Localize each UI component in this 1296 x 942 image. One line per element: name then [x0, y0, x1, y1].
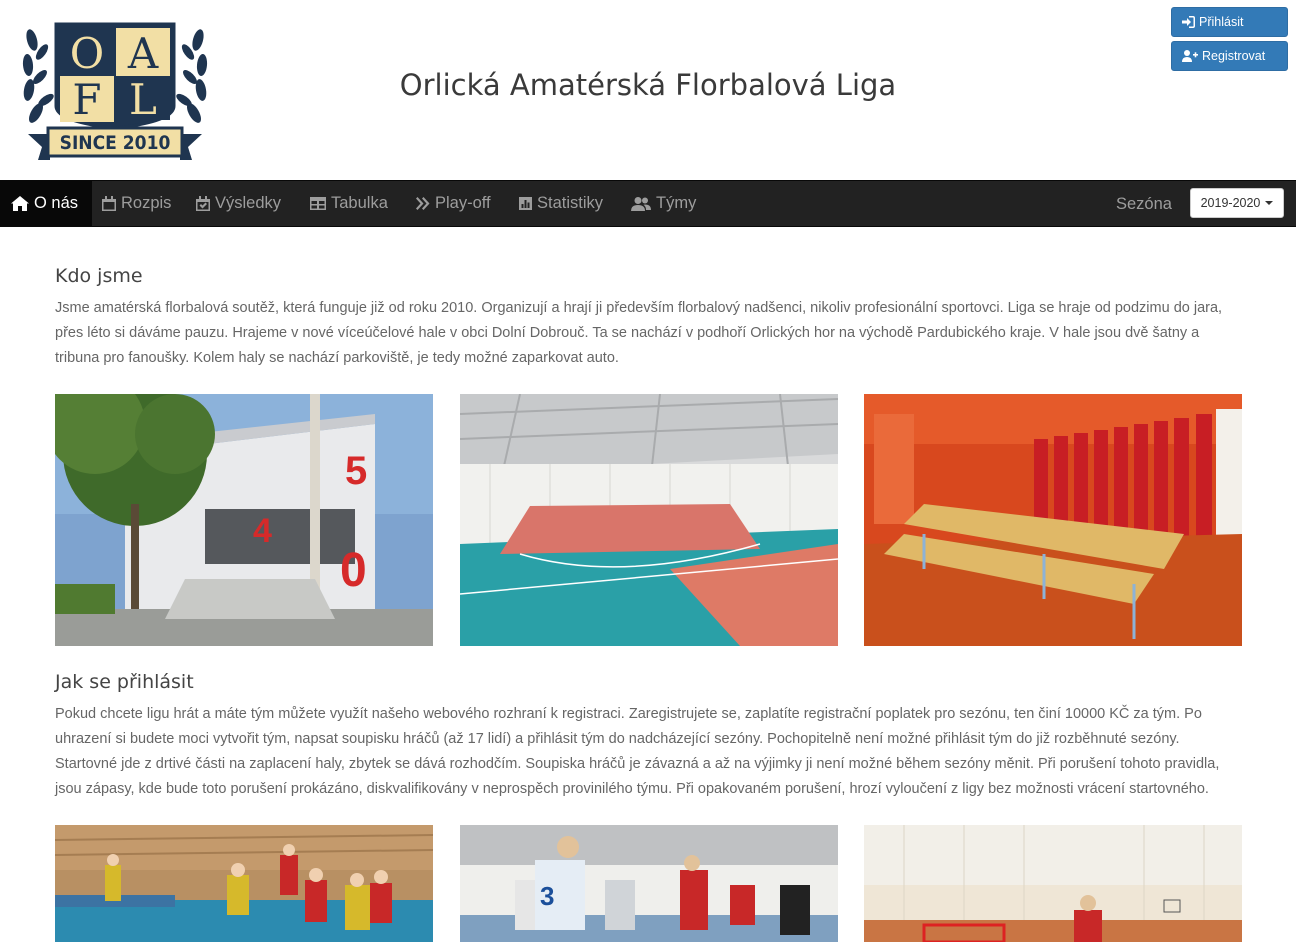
- nav-item-tymy[interactable]: Týmy: [631, 181, 696, 226]
- nav-label: Statistiky: [537, 194, 604, 212]
- sign-in-icon: [1182, 16, 1195, 28]
- calendar-icon: [102, 196, 116, 211]
- nav-label: O nás: [34, 194, 79, 212]
- season-dropdown[interactable]: 2019-2020: [1190, 188, 1284, 218]
- page-header: O A F L SINCE 2010 Orlická Amatérská Flo…: [0, 0, 1296, 180]
- sports-hall-exterior-photo: 8 5 4 0: [55, 394, 433, 646]
- hall-number-0: 0: [340, 544, 367, 597]
- caret-down-icon: [1265, 201, 1274, 205]
- login-button[interactable]: Přihlásit: [1171, 7, 1288, 37]
- nav-label: Play-off: [435, 194, 491, 212]
- floorball-match-photo-2: 3: [460, 825, 838, 942]
- hall-number-4: 4: [253, 512, 272, 550]
- season-value: 2019-2020: [1200, 196, 1261, 210]
- floorball-match-photo-3: [864, 825, 1242, 942]
- register-label: Registrovat: [1202, 49, 1266, 63]
- register-button[interactable]: Registrovat: [1171, 41, 1288, 71]
- auth-buttons: Přihlásit Registrovat: [1171, 7, 1288, 75]
- nav-label: Výsledky: [215, 194, 282, 212]
- page-title: Orlická Amatérská Florbalová Liga: [399, 68, 897, 102]
- section-heading-jak-se-prihlasit: Jak se přihlásit: [55, 671, 194, 693]
- nav-label: Tabulka: [331, 194, 388, 212]
- sports-hall-interior-photo: [460, 394, 838, 646]
- nav-item-o-nas[interactable]: O nás: [0, 181, 93, 226]
- table-icon: [310, 197, 326, 210]
- double-angle-right-icon: [416, 197, 430, 210]
- nav-item-play-off[interactable]: Play-off: [416, 181, 491, 226]
- locker-room-photo: [864, 394, 1242, 646]
- nav-label: Rozpis: [121, 194, 172, 212]
- bar-chart-icon: [519, 197, 532, 210]
- login-label: Přihlásit: [1199, 15, 1244, 29]
- users-icon: [631, 196, 651, 211]
- logo-since-text: SINCE 2010: [60, 132, 171, 154]
- nav-item-rozpis[interactable]: Rozpis: [102, 181, 171, 226]
- hall-number-5: 5: [345, 449, 367, 493]
- nav-item-tabulka[interactable]: Tabulka: [310, 181, 388, 226]
- nav-item-vysledky[interactable]: Výsledky: [196, 181, 281, 226]
- calendar-check-icon: [196, 196, 210, 211]
- main-navbar: O nás Rozpis Výsledky Tabulka Play-off S…: [0, 180, 1296, 227]
- home-icon: [11, 196, 29, 211]
- section-text-jak-se-prihlasit: Pokud chcete ligu hrát a máte tým můžete…: [55, 706, 1220, 797]
- floorball-match-photo-1: [55, 825, 433, 942]
- svg-text:3: 3: [540, 881, 554, 911]
- nav-label: Týmy: [656, 194, 697, 212]
- nav-item-statistiky[interactable]: Statistiky: [519, 181, 603, 226]
- section-text-kdo-jsme: Jsme amatérská florbalová soutěž, která …: [55, 300, 1223, 366]
- user-plus-icon: [1182, 50, 1198, 62]
- season-label: Sezóna: [1116, 195, 1172, 213]
- section-heading-kdo-jsme: Kdo jsme: [55, 265, 143, 287]
